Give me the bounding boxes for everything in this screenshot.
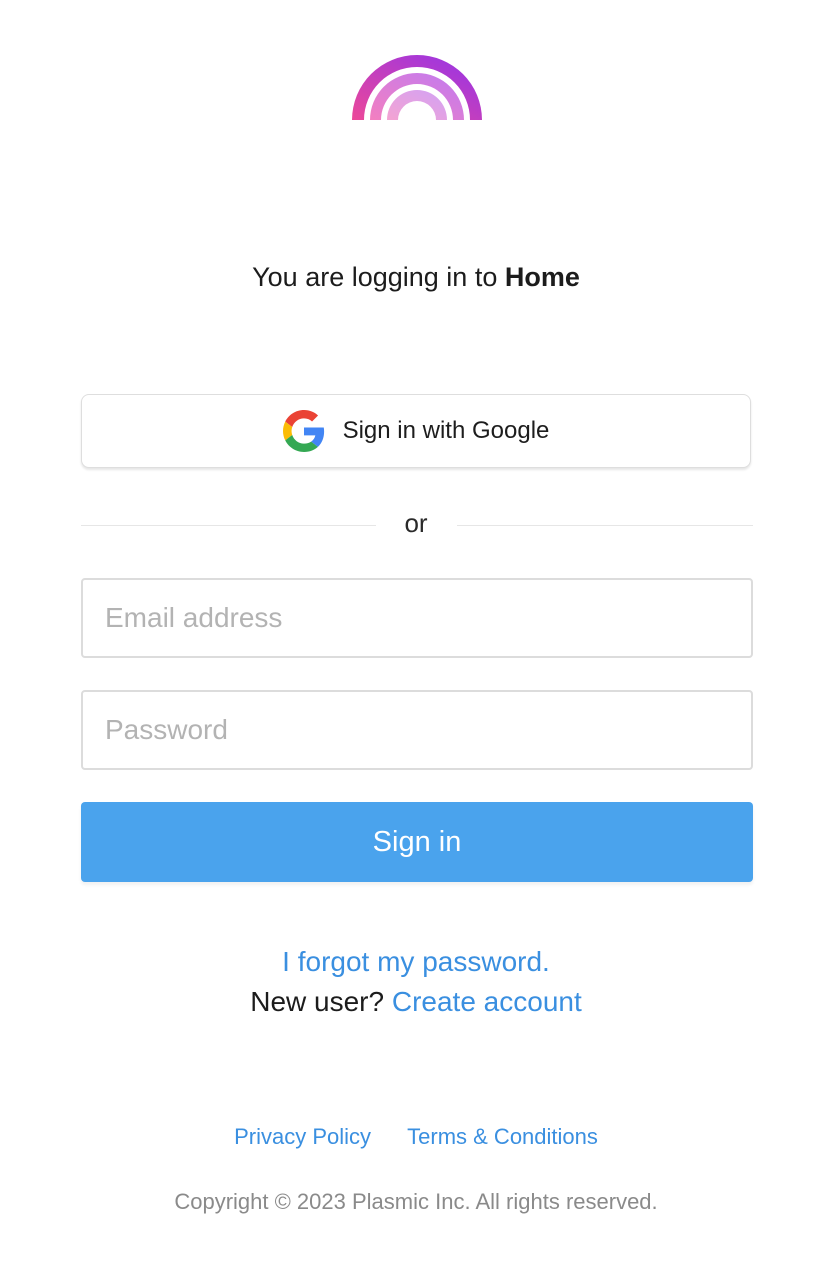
new-user-text: New user? <box>250 986 385 1017</box>
divider-line-right <box>457 525 753 526</box>
create-account-link[interactable]: Create account <box>392 986 582 1017</box>
sign-in-button[interactable]: Sign in <box>81 802 753 882</box>
google-sign-in-button[interactable]: Sign in with Google <box>81 394 751 468</box>
divider-line-left <box>81 525 376 526</box>
heading-prefix: You are logging in to <box>252 262 505 292</box>
plasmic-logo-icon <box>352 55 482 120</box>
password-field[interactable] <box>81 690 753 770</box>
email-field[interactable] <box>81 578 753 658</box>
google-g-icon <box>282 410 324 452</box>
google-sign-in-label: Sign in with Google <box>342 417 550 444</box>
new-user-row: New user? Create account <box>0 986 832 1018</box>
app-name: Home <box>504 262 580 292</box>
login-page: You are logging in to Home Sign in with … <box>0 0 832 1282</box>
footer-links: Privacy Policy Terms & Conditions <box>0 1124 832 1150</box>
forgot-password-link[interactable]: I forgot my password. <box>0 946 832 978</box>
login-heading: You are logging in to Home <box>0 258 832 296</box>
divider-or: or <box>404 508 428 538</box>
terms-conditions-link[interactable]: Terms & Conditions <box>407 1124 598 1149</box>
privacy-policy-link[interactable]: Privacy Policy <box>234 1124 371 1149</box>
copyright-text: Copyright © 2023 Plasmic Inc. All rights… <box>174 1189 658 1214</box>
